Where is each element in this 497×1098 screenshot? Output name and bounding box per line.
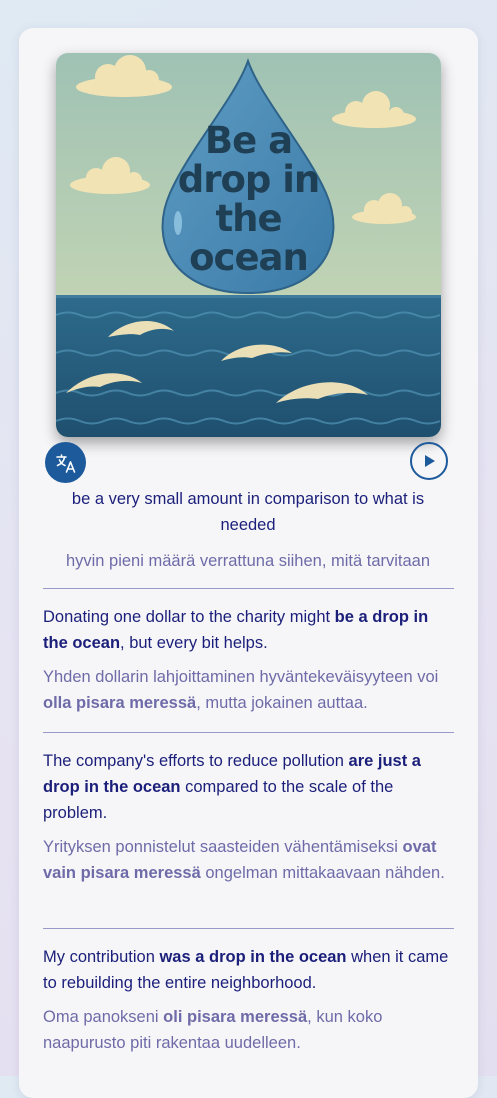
definition-text: be a very small amount in comparison to … (71, 490, 425, 534)
play-button[interactable] (410, 442, 448, 480)
idiom-highlight-translation: olla pisara meressä (43, 694, 197, 712)
play-icon (425, 455, 435, 467)
example-translation: Yrityksen ponnistelut saasteiden vähentä… (43, 838, 445, 882)
example-translation: Yhden dollarin lahjoittaminen hyväntekev… (43, 668, 439, 712)
idiom-highlight: was a drop in the ocean (159, 948, 347, 966)
example-item: My contribution was a drop in the ocean … (43, 944, 455, 1056)
idiom-highlight-translation: oli pisara meressä (163, 1008, 308, 1026)
example-sentence: The company's efforts to reduce pollutio… (43, 752, 421, 822)
illustration-title: Be a drop in the ocean (177, 119, 321, 279)
idiom-illustration: Be a drop in the ocean (56, 53, 441, 437)
translate-button[interactable] (45, 442, 86, 483)
example-sentence: Donating one dollar to the charity might… (43, 608, 429, 652)
divider (43, 928, 454, 929)
example-translation: Oma panokseni oli pisara meressä, kun ko… (43, 1008, 383, 1052)
example-item: Donating one dollar to the charity might… (43, 604, 455, 716)
divider (43, 588, 454, 589)
example-sentence: My contribution was a drop in the ocean … (43, 948, 449, 992)
example-item: The company's efforts to reduce pollutio… (43, 748, 455, 886)
idiom-card: Be a drop in the ocean be a very small a… (19, 28, 478, 1098)
definition-translation: hyvin pieni määrä verrattuna siihen, mit… (65, 552, 431, 570)
translate-icon (55, 453, 75, 473)
divider (43, 732, 454, 733)
